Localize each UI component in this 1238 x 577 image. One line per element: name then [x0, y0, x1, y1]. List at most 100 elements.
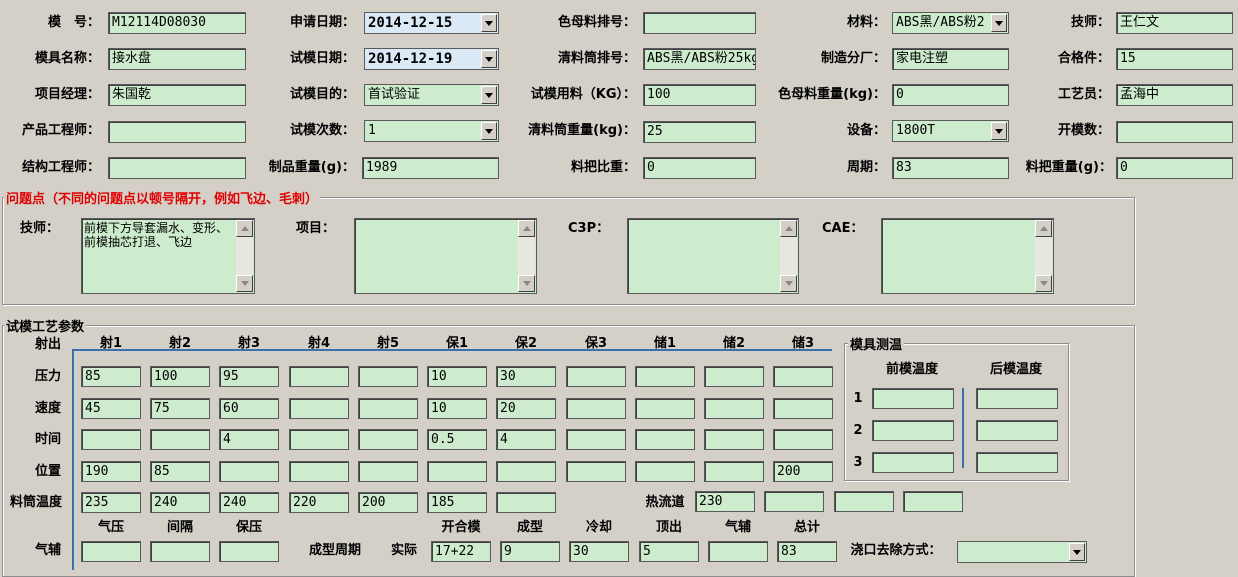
cycle-field[interactable]: 83 [892, 157, 1009, 179]
technician-field[interactable]: 王仁文 [1116, 12, 1233, 34]
project-manager-field[interactable]: 朱国乾 [108, 84, 246, 106]
param-cell[interactable] [566, 461, 626, 482]
hot-runner-cell[interactable] [903, 491, 963, 512]
barrel-temp-cell[interactable]: 240 [150, 492, 210, 513]
param-cell[interactable] [358, 366, 418, 387]
cycle-cell[interactable]: 9 [500, 541, 560, 562]
hot-runner-cell[interactable] [834, 491, 894, 512]
param-cell[interactable] [358, 461, 418, 482]
issues-project-memo[interactable] [354, 218, 537, 294]
param-cell[interactable]: 60 [219, 398, 279, 419]
color-master-weight-field[interactable]: 0 [892, 84, 1009, 106]
param-cell[interactable] [289, 461, 349, 482]
scroll-up-icon[interactable] [236, 220, 253, 237]
gate-removal-dropdown-icon[interactable] [1069, 543, 1085, 561]
gas-cell[interactable] [219, 541, 279, 562]
param-cell[interactable] [635, 366, 695, 387]
cycle-cell[interactable]: 17+22 [431, 541, 491, 562]
barrel-temp-cell[interactable]: 185 [427, 492, 487, 513]
apply-date-picker[interactable]: 2014-12-15 [364, 12, 499, 34]
front-temp-cell[interactable] [872, 452, 954, 473]
param-cell[interactable]: 0.5 [427, 429, 487, 450]
open-count-field[interactable] [1116, 121, 1233, 143]
param-cell[interactable] [704, 429, 764, 450]
product-engineer-field[interactable] [108, 121, 246, 143]
param-cell[interactable] [635, 429, 695, 450]
param-cell[interactable]: 10 [427, 366, 487, 387]
param-cell[interactable] [635, 398, 695, 419]
barrel-temp-cell[interactable]: 240 [219, 492, 279, 513]
trial-purpose-select[interactable]: 首试验证 [364, 84, 499, 106]
param-cell[interactable] [566, 429, 626, 450]
param-cell[interactable] [566, 366, 626, 387]
param-cell[interactable] [289, 398, 349, 419]
param-cell[interactable]: 4 [496, 429, 556, 450]
trial-date-dropdown-icon[interactable] [481, 50, 497, 68]
param-cell[interactable]: 100 [150, 366, 210, 387]
param-cell[interactable] [773, 366, 833, 387]
param-cell[interactable] [704, 398, 764, 419]
issues-technician-memo[interactable]: 前模下方导套漏水、变形、前模抽芯打退、飞边 [81, 218, 255, 294]
param-cell[interactable] [150, 429, 210, 450]
param-cell[interactable]: 85 [81, 366, 141, 387]
issues-cae-scrollbar[interactable] [1035, 220, 1052, 292]
runner-weight-field[interactable]: 0 [1116, 157, 1233, 179]
cycle-cell[interactable]: 83 [777, 541, 837, 562]
trial-purpose-dropdown-icon[interactable] [481, 86, 497, 104]
equipment-dropdown-icon[interactable] [991, 122, 1007, 140]
hot-runner-cell[interactable]: 230 [695, 491, 755, 512]
param-cell[interactable]: 75 [150, 398, 210, 419]
hot-runner-cell[interactable] [764, 491, 824, 512]
param-cell[interactable]: 45 [81, 398, 141, 419]
cleaning-weight-field[interactable]: 25 [643, 121, 756, 143]
param-cell[interactable]: 85 [150, 461, 210, 482]
scroll-up-icon[interactable] [1035, 220, 1052, 237]
scroll-down-icon[interactable] [780, 275, 797, 292]
param-cell[interactable]: 4 [219, 429, 279, 450]
mold-no-field[interactable]: M12114D08030 [108, 12, 246, 34]
param-cell[interactable] [358, 429, 418, 450]
param-cell[interactable] [496, 461, 556, 482]
rear-temp-cell[interactable] [976, 452, 1058, 473]
cycle-cell[interactable] [708, 541, 768, 562]
material-dropdown-icon[interactable] [991, 14, 1007, 32]
cycle-cell[interactable]: 5 [639, 541, 699, 562]
issues-c3p-scrollbar[interactable] [780, 220, 797, 292]
trial-count-select[interactable]: 1 [364, 120, 499, 142]
gas-cell[interactable] [150, 541, 210, 562]
cleaning-no-field[interactable]: ABS黑/ABS粉25kg [643, 48, 756, 70]
material-select[interactable]: ABS黑/ABS粉2 [892, 12, 1009, 34]
factory-field[interactable]: 家电注塑 [892, 48, 1009, 70]
param-cell[interactable] [427, 461, 487, 482]
gate-removal-select[interactable] [957, 541, 1087, 563]
param-cell[interactable] [289, 366, 349, 387]
param-cell[interactable] [704, 461, 764, 482]
param-cell[interactable]: 30 [496, 366, 556, 387]
param-cell[interactable] [358, 398, 418, 419]
structure-engineer-field[interactable] [108, 157, 246, 179]
rear-temp-cell[interactable] [976, 420, 1058, 441]
issues-c3p-memo[interactable] [627, 218, 799, 294]
apply-date-dropdown-icon[interactable] [481, 14, 497, 32]
scroll-down-icon[interactable] [1035, 275, 1052, 292]
param-cell[interactable] [704, 366, 764, 387]
barrel-temp-cell[interactable]: 200 [358, 492, 418, 513]
param-cell[interactable] [289, 429, 349, 450]
mold-name-field[interactable]: 接水盘 [108, 48, 246, 70]
runner-ratio-field[interactable]: 0 [643, 157, 756, 179]
param-cell[interactable]: 10 [427, 398, 487, 419]
cycle-cell[interactable]: 30 [569, 541, 629, 562]
rear-temp-cell[interactable] [976, 388, 1058, 409]
param-cell[interactable] [635, 461, 695, 482]
trial-material-field[interactable]: 100 [643, 84, 756, 106]
issues-cae-memo[interactable] [881, 218, 1054, 294]
scroll-up-icon[interactable] [518, 220, 535, 237]
barrel-temp-cell[interactable]: 220 [289, 492, 349, 513]
param-cell[interactable] [773, 398, 833, 419]
param-cell[interactable] [81, 429, 141, 450]
param-cell[interactable]: 200 [773, 461, 833, 482]
barrel-temp-cell[interactable]: 235 [81, 492, 141, 513]
issues-technician-scrollbar[interactable] [236, 220, 253, 292]
scroll-down-icon[interactable] [236, 275, 253, 292]
scroll-down-icon[interactable] [518, 275, 535, 292]
